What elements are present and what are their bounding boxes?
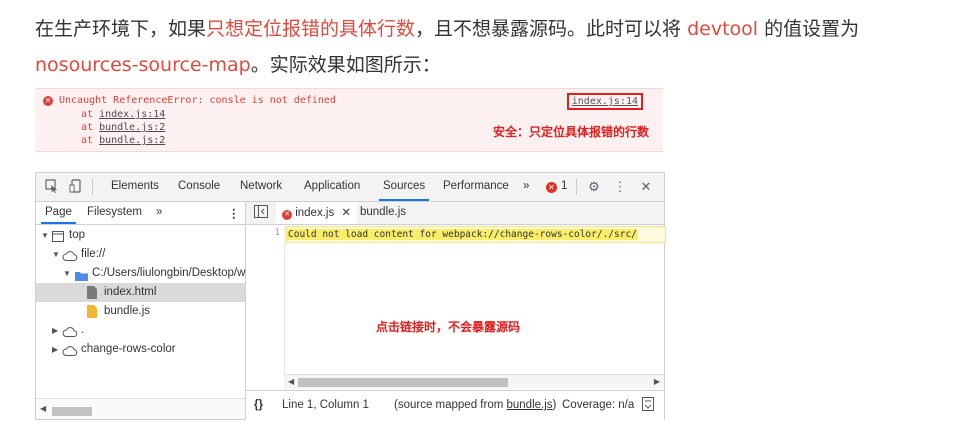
- scroll-left-icon[interactable]: ◀: [40, 404, 46, 413]
- chevron-down-icon[interactable]: ▼: [52, 245, 60, 264]
- device-toggle-icon[interactable]: [68, 179, 84, 195]
- stack-link[interactable]: index.js:14: [99, 109, 165, 120]
- text: ，且不想暴露源码。此时可以将: [415, 18, 688, 40]
- paragraph-line-1: 在生产环境下，如果只想定位报错的具体行数，且不想暴露源码。此时可以将 devto…: [35, 14, 859, 41]
- kebab-menu-icon[interactable]: ⋮: [228, 206, 240, 220]
- more-tabs-button[interactable]: »: [523, 180, 529, 192]
- console-error-panel: ✕ Uncaught ReferenceError: consle is not …: [35, 88, 663, 152]
- error-icon: ✕: [43, 96, 53, 106]
- text: 在生产环境下，如果: [35, 18, 207, 40]
- error-icon: ✕: [546, 182, 557, 193]
- navigator-scrollbar[interactable]: ◀: [36, 398, 245, 419]
- scroll-right-icon[interactable]: ▶: [654, 375, 660, 389]
- stack-link[interactable]: bundle.js:2: [99, 122, 165, 133]
- scrollbar-thumb[interactable]: [52, 407, 92, 416]
- source-link[interactable]: index.js:14: [566, 93, 643, 110]
- error-count-badge[interactable]: ✕ 1: [546, 180, 567, 193]
- error-message: ✕ Uncaught ReferenceError: consle is not …: [43, 95, 336, 106]
- chevron-down-icon[interactable]: ▼: [41, 226, 49, 245]
- text: 。实际效果如图所示：: [250, 54, 441, 76]
- inspect-icon[interactable]: [44, 179, 60, 195]
- tree-label: change-rows-color: [81, 343, 176, 355]
- status-bar: {} Line 1, Column 1 (source mapped from …: [246, 390, 664, 420]
- tree-item-dot[interactable]: ▶ .: [36, 321, 245, 340]
- editor-scrollbar[interactable]: ◀ ▶: [284, 374, 664, 389]
- option-keyword: nosources-source-map: [35, 54, 251, 76]
- toggle-navigator-icon[interactable]: [254, 205, 268, 221]
- tree-label: C:/Users/liulongbin/Desktop/w: [92, 267, 246, 279]
- editor-tab-index-js[interactable]: ✕ index.js ✕: [276, 202, 358, 224]
- close-icon[interactable]: ✕: [638, 179, 654, 195]
- paragraph-line-2: nosources-source-map。实际效果如图所示：: [35, 50, 441, 77]
- tree-item-top[interactable]: ▼ top: [36, 226, 245, 245]
- line-number: 1: [274, 228, 280, 238]
- kebab-menu-icon[interactable]: ⋮: [612, 179, 628, 195]
- coverage-info: Coverage: n/a: [562, 399, 635, 411]
- cursor-position: Line 1, Column 1: [282, 399, 369, 411]
- navigator-panel: Page Filesystem » ⋮ ▼ top ▼ file:// ▼ C:…: [36, 202, 246, 419]
- tab-performance[interactable]: Performance: [443, 180, 509, 192]
- tree-item-bundle-js[interactable]: bundle.js: [36, 302, 245, 321]
- tree-label: top: [69, 229, 85, 241]
- more-panes-button[interactable]: »: [156, 206, 162, 218]
- tab-console[interactable]: Console: [178, 180, 220, 192]
- stack-line: at bundle.js:2: [81, 135, 166, 146]
- tab-filesystem[interactable]: Filesystem: [87, 206, 142, 218]
- tab-network[interactable]: Network: [240, 180, 282, 192]
- scrollbar-thumb[interactable]: [298, 378, 508, 387]
- tab-page[interactable]: Page: [41, 206, 76, 224]
- coverage-toggle-icon[interactable]: [642, 397, 654, 414]
- text: 的值设置为: [758, 18, 860, 40]
- devtool-keyword: devtool: [687, 18, 759, 40]
- stack-line: at index.js:14: [81, 109, 166, 120]
- tree-item-file[interactable]: ▼ file://: [36, 245, 245, 264]
- cloud-icon: [62, 344, 78, 363]
- settings-gear-icon[interactable]: ⚙: [586, 179, 602, 195]
- source-mapped-info: (source mapped from bundle.js): [394, 399, 557, 411]
- tree-label: index.html: [104, 286, 157, 298]
- line-gutter: 1: [246, 225, 285, 375]
- highlight-text: 只想定位报错的具体行数: [206, 18, 416, 40]
- tree-item-change-rows-color[interactable]: ▶ change-rows-color: [36, 340, 245, 359]
- chevron-right-icon[interactable]: ▶: [52, 340, 58, 359]
- tab-sources[interactable]: Sources: [378, 180, 430, 201]
- tree-label: .: [81, 324, 85, 336]
- error-icon: ✕: [282, 210, 292, 220]
- devtools-toolbar: Elements Console Network Application Sou…: [36, 173, 664, 202]
- navigator-tabs: Page Filesystem » ⋮: [36, 202, 245, 225]
- stack-line: at bundle.js:2: [81, 122, 166, 133]
- mapped-link[interactable]: bundle.js: [507, 399, 553, 411]
- stack-link[interactable]: bundle.js:2: [99, 135, 165, 146]
- editor-tabs: ✕ index.js ✕ bundle.js: [246, 202, 664, 225]
- code-line: Could not load content for webpack://cha…: [286, 226, 666, 243]
- scroll-left-icon[interactable]: ◀: [288, 375, 294, 389]
- chevron-down-icon[interactable]: ▼: [63, 264, 71, 283]
- editor-panel: ✕ index.js ✕ bundle.js 1 Could not load …: [246, 202, 666, 420]
- close-tab-icon[interactable]: ✕: [341, 207, 351, 219]
- tree-item-index-html[interactable]: index.html: [36, 283, 245, 302]
- tree-label: bundle.js: [104, 305, 151, 317]
- tree-item-folder[interactable]: ▼ C:/Users/liulongbin/Desktop/w: [36, 264, 245, 283]
- tab-elements[interactable]: Elements: [111, 180, 159, 192]
- pretty-print-button[interactable]: {}: [254, 399, 263, 411]
- editor-tab-bundle-js[interactable]: bundle.js: [360, 206, 406, 218]
- chevron-right-icon[interactable]: ▶: [52, 321, 58, 340]
- devtools-window: Elements Console Network Application Sou…: [35, 172, 666, 420]
- annotation-security: 安全：只定位具体报错的行数: [492, 125, 649, 139]
- tab-application[interactable]: Application: [304, 180, 360, 192]
- tree-label: file://: [81, 248, 106, 260]
- annotation-no-source: 点击链接时，不会暴露源码: [376, 320, 521, 334]
